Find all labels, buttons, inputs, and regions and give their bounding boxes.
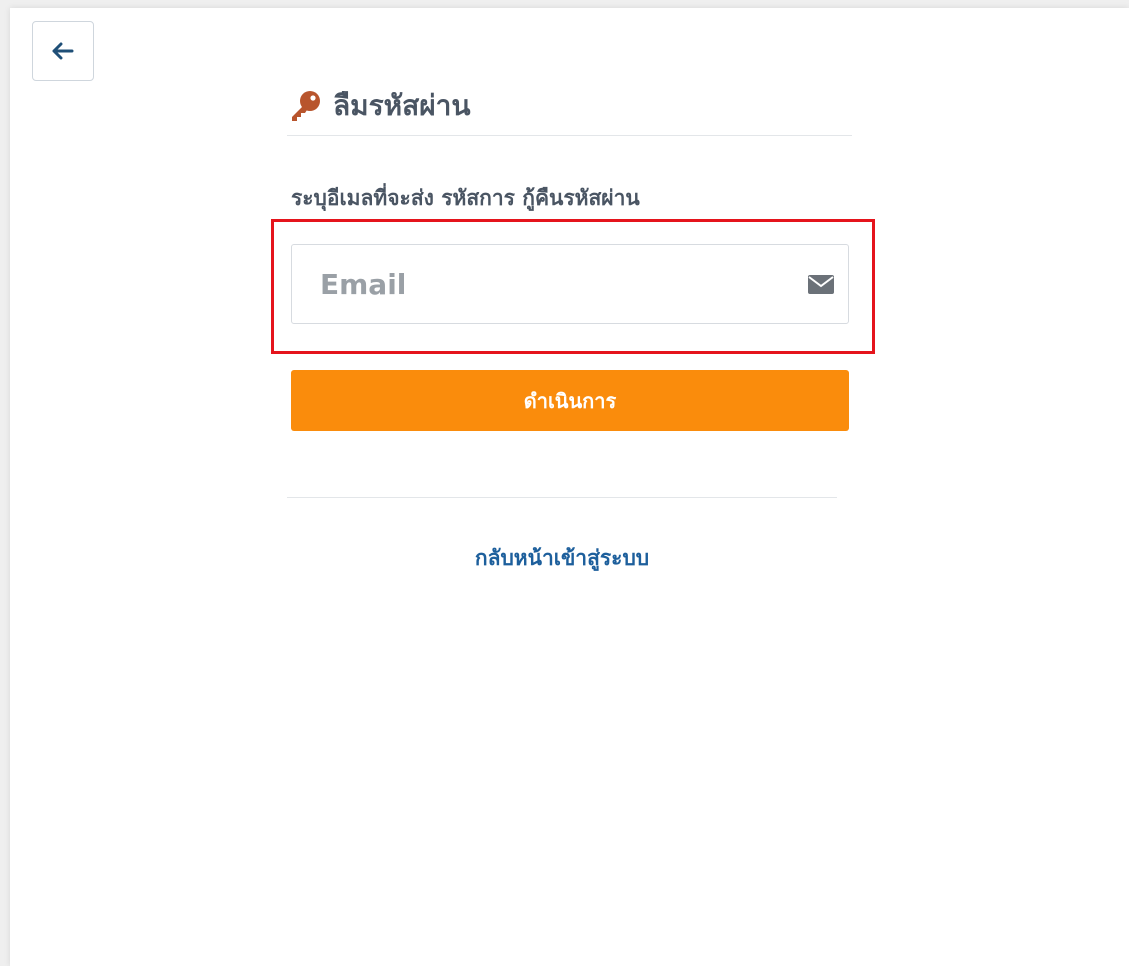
page-header: ลืมรหัสผ่าน — [287, 86, 470, 126]
email-field[interactable] — [291, 244, 849, 324]
email-input[interactable] — [292, 245, 807, 323]
key-icon — [287, 88, 323, 124]
back-button[interactable] — [32, 21, 94, 81]
page-title: ลืมรหัสผ่าน — [333, 89, 471, 122]
back-to-login-link[interactable]: กลับหน้าเข้าสู่ระบบ — [287, 542, 837, 575]
title-divider — [287, 135, 852, 136]
forgot-password-card — [10, 8, 1129, 966]
envelope-icon — [807, 274, 835, 294]
arrow-left-icon — [52, 42, 74, 60]
bottom-divider — [287, 497, 837, 498]
submit-button[interactable]: ดำเนินการ — [291, 370, 849, 431]
instruction-text: ระบุอีเมลที่จะส่ง รหัสการ กู้คืนรหัสผ่าน — [291, 186, 640, 210]
